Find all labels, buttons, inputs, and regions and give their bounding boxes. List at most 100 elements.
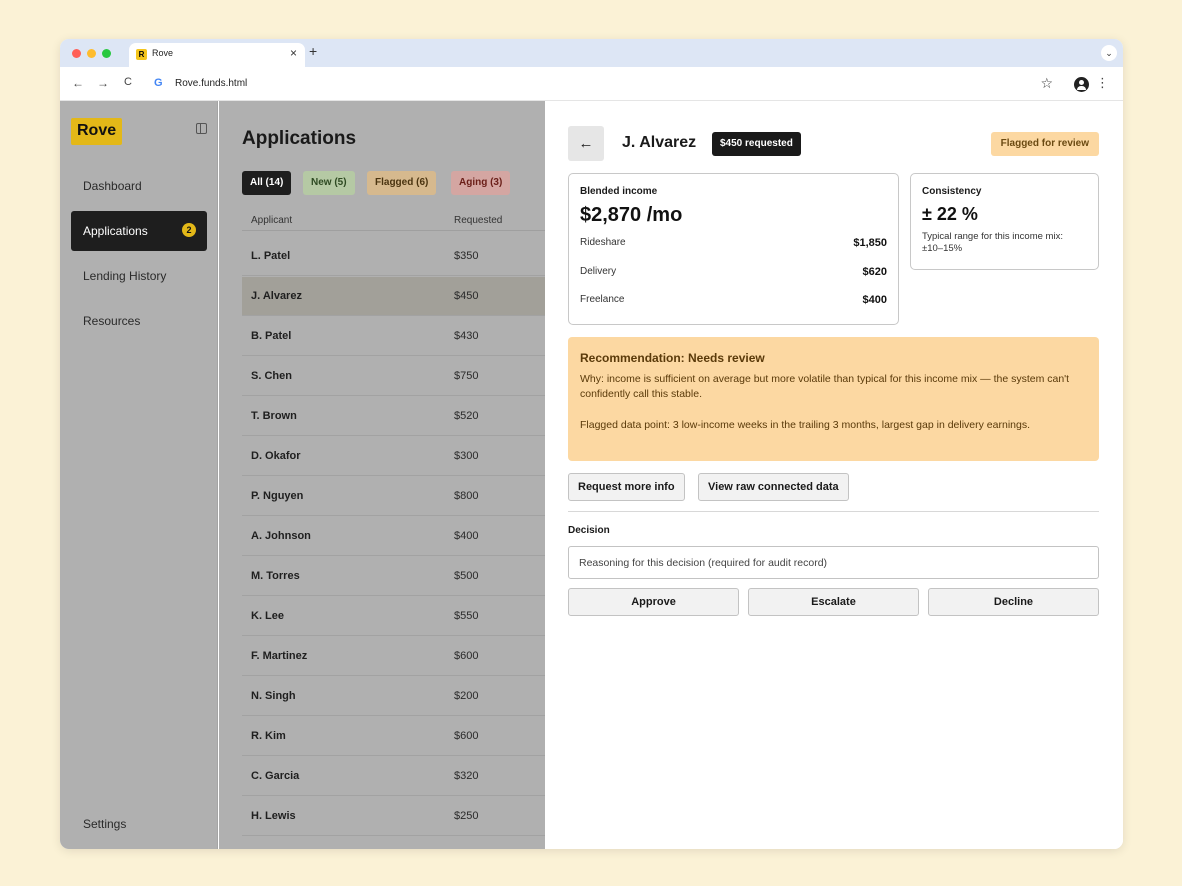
minimize-window-button[interactable] xyxy=(87,49,96,58)
decline-button[interactable]: Decline xyxy=(928,588,1099,616)
recommendation-title: Recommendation: Needs review xyxy=(580,351,765,365)
back-arrow-icon[interactable]: ← xyxy=(72,76,84,90)
new-tab-button[interactable]: + xyxy=(309,43,317,59)
table-row[interactable]: B. Patel $430 xyxy=(242,317,545,356)
filter-chip-flagged[interactable]: Flagged (6) xyxy=(367,171,437,195)
applicant-name-cell: A. Johnson xyxy=(251,530,311,542)
column-header-applicant[interactable]: Applicant xyxy=(251,215,292,226)
table-row[interactable]: R. Kim $600 xyxy=(242,717,545,756)
income-card: Blended income $2,870 /mo Rideshare $1,8… xyxy=(568,173,899,325)
approve-button[interactable]: Approve xyxy=(568,588,739,616)
table-row[interactable]: P. Nguyen $800 xyxy=(242,477,545,516)
count-badge: 2 xyxy=(182,223,196,237)
maximize-window-button[interactable] xyxy=(102,49,111,58)
requested-amount-cell: $350 xyxy=(454,250,479,262)
requested-amount-cell: $400 xyxy=(454,530,479,542)
requested-amount-cell: $500 xyxy=(454,570,479,582)
column-header-requested[interactable]: Requested xyxy=(454,215,502,226)
requested-amount-cell: $300 xyxy=(454,450,479,462)
income-label: Blended income xyxy=(580,186,658,197)
requested-amount-cell: $600 xyxy=(454,730,479,742)
table-row[interactable]: J. Alvarez $450 xyxy=(242,277,545,316)
requested-amount-cell: $200 xyxy=(454,690,479,702)
filter-chip-aging[interactable]: Aging (3) xyxy=(451,171,511,195)
applicant-name-cell: F. Martinez xyxy=(251,650,308,662)
income-line-label: Rideshare xyxy=(580,237,626,248)
profile-icon[interactable] xyxy=(1074,77,1089,92)
tab-search-chevron-icon[interactable]: ⌄ xyxy=(1101,45,1117,61)
google-logo-icon: G xyxy=(154,77,163,89)
sidebar-item-lending-history[interactable]: Lending History xyxy=(71,256,207,296)
consistency-card: Consistency ± 22 % Typical range for thi… xyxy=(910,173,1099,270)
sidebar-collapse-icon[interactable] xyxy=(196,123,207,134)
consistency-value: ± 22 % xyxy=(922,204,978,224)
back-button[interactable]: ← xyxy=(568,126,604,161)
table-row[interactable]: K. Lee $550 xyxy=(242,597,545,636)
status-badge: Flagged for review xyxy=(990,132,1099,156)
request-more-info-button[interactable]: Request more info xyxy=(568,473,685,501)
table-row[interactable]: F. Martinez $600 xyxy=(242,637,545,676)
header-divider xyxy=(242,230,545,231)
sidebar-item-applications[interactable]: Applications 2 xyxy=(71,211,207,251)
recommendation-why: Why: income is sufficient on average but… xyxy=(580,373,1070,400)
income-line-value: $400 xyxy=(862,294,887,306)
application-detail-panel: ← J. Alvarez $450 requested Flagged for … xyxy=(545,101,1123,849)
forward-arrow-icon[interactable]: → xyxy=(97,76,109,90)
sidebar-item-dashboard[interactable]: Dashboard xyxy=(71,166,207,206)
filter-chip-all[interactable]: All (14) xyxy=(242,171,292,195)
table-row[interactable]: H. Lewis $250 xyxy=(242,797,545,836)
table-row[interactable]: A. Johnson $400 xyxy=(242,517,545,556)
applicant-name-cell: N. Singh xyxy=(251,690,296,702)
applicant-name-cell: L. Patel xyxy=(251,250,291,262)
income-line-label: Freelance xyxy=(580,294,625,305)
tab-close-icon[interactable]: × xyxy=(290,46,297,60)
applicant-name-cell: S. Chen xyxy=(251,370,292,382)
browser-tab[interactable]: R Rove × xyxy=(129,43,305,67)
sidebar-item-resources[interactable]: Resources xyxy=(71,301,207,341)
bookmark-star-icon[interactable]: ☆ xyxy=(1040,75,1053,92)
tab-bar: R Rove × + ⌄ xyxy=(60,39,1123,67)
browser-window: R Rove × + ⌄ ← → C G Rove.funds.html ☆ ⋮… xyxy=(60,39,1123,849)
tab-title: Rove xyxy=(152,48,174,58)
income-value: $2,870 /mo xyxy=(580,204,683,226)
reload-icon[interactable]: C xyxy=(124,76,132,88)
section-divider xyxy=(568,511,1099,512)
income-line-freelance: Freelance $400 xyxy=(580,294,887,306)
escalate-button[interactable]: Escalate xyxy=(748,588,919,616)
filter-chip-new[interactable]: New (5) xyxy=(303,171,355,195)
requested-amount-cell: $800 xyxy=(454,490,479,502)
close-window-button[interactable] xyxy=(72,49,81,58)
sidebar-item-label: Applications xyxy=(83,224,148,238)
income-line-value: $1,850 xyxy=(853,237,887,249)
income-line-rideshare: Rideshare $1,850 xyxy=(580,237,887,249)
consistency-label: Consistency xyxy=(922,186,982,197)
applicant-name-cell: D. Okafor xyxy=(251,450,301,462)
applicant-name-cell: H. Lewis xyxy=(251,810,296,822)
table-row[interactable]: T. Brown $520 xyxy=(242,397,545,436)
page-title: Applications xyxy=(242,128,357,149)
table-row[interactable]: C. Garcia $320 xyxy=(242,757,545,796)
table-row[interactable]: S. Chen $750 xyxy=(242,357,545,396)
applicant-name-cell: M. Torres xyxy=(251,570,300,582)
browser-menu-icon[interactable]: ⋮ xyxy=(1096,75,1109,91)
table-row[interactable]: D. Okafor $300 xyxy=(242,437,545,476)
requested-amount-cell: $520 xyxy=(454,410,479,422)
requested-amount-cell: $550 xyxy=(454,610,479,622)
applications-list: Applications All (14) New (5) Flagged (6… xyxy=(219,101,545,849)
applicant-name-cell: T. Brown xyxy=(251,410,297,422)
table-row[interactable]: M. Torres $500 xyxy=(242,557,545,596)
recommendation-callout: Recommendation: Needs review Why: income… xyxy=(568,337,1099,461)
table-row[interactable]: L. Patel $350 xyxy=(242,237,545,276)
sidebar-item-settings[interactable]: Settings xyxy=(83,817,126,831)
applicant-name-cell: B. Patel xyxy=(251,330,292,342)
url-input[interactable]: Rove.funds.html xyxy=(175,78,247,89)
view-raw-data-button[interactable]: View raw connected data xyxy=(698,473,849,501)
income-line-value: $620 xyxy=(862,266,887,278)
applicant-name-cell: C. Garcia xyxy=(251,770,300,782)
applicant-name-cell: J. Alvarez xyxy=(251,290,302,302)
favicon-icon: R xyxy=(136,49,147,60)
income-line-label: Delivery xyxy=(580,266,617,277)
requested-amount-cell: $320 xyxy=(454,770,479,782)
decision-reasoning-input[interactable] xyxy=(568,546,1099,579)
table-row[interactable]: N. Singh $200 xyxy=(242,677,545,716)
